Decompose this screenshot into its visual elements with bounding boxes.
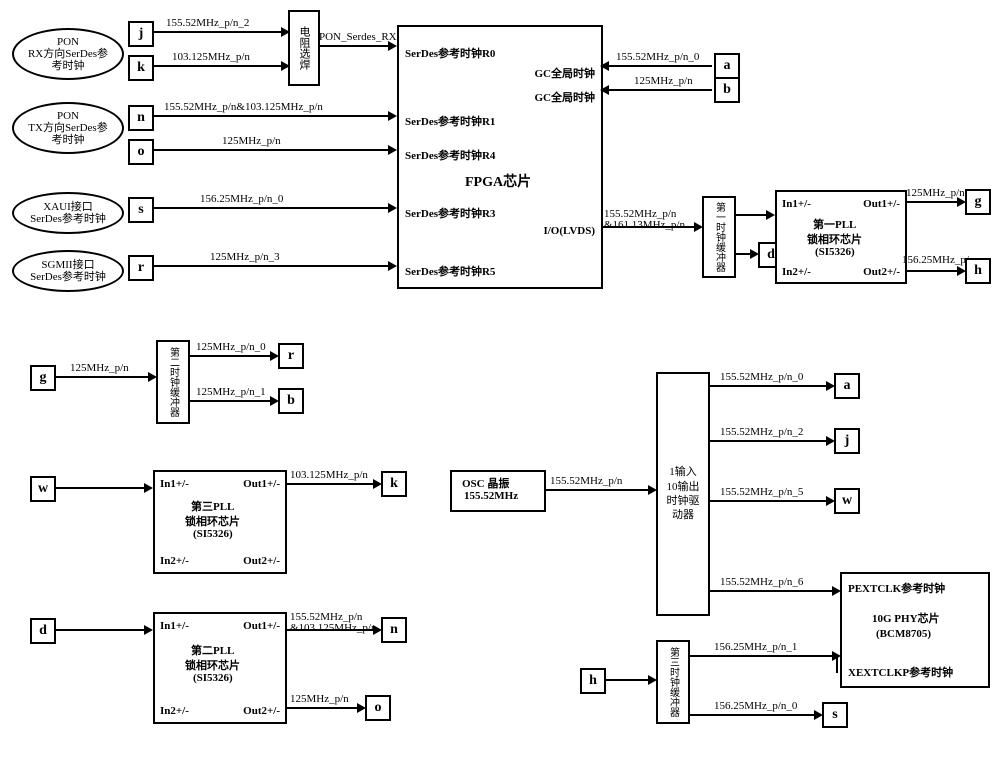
sig-103k: 103.125MHz_p/n (290, 469, 368, 481)
osc-t1: OSC 晶振 (462, 475, 509, 491)
pll1-out1: Out1+/- (863, 198, 900, 210)
pll2-t3: (SI5326) (193, 672, 233, 684)
fpga-io: I/O(LVDS) (543, 225, 595, 237)
sig-155-0: 155.52MHz_p/n_0 (616, 51, 699, 63)
node-g: g (965, 189, 991, 215)
node-k2: k (381, 471, 407, 497)
src-pon-tx: PON TX方向SerDes参 考时钟 (12, 102, 124, 154)
pll3-t3: (SI5326) (193, 528, 233, 540)
sig-155-6: 155.52MHz_p/n_6 (720, 576, 803, 588)
node-n2: n (381, 617, 407, 643)
pll3-out2: Out2+/- (243, 555, 280, 567)
node-r2: r (278, 343, 304, 369)
fpga-gc1: GC全局时钟 (535, 65, 596, 81)
sig-125pn1: 125MHz_p/n_1 (196, 386, 266, 398)
sig-155-103n: 155.52MHz_p/n &103.125MHz_p/n (290, 612, 376, 634)
pll1-in2: In2+/- (782, 266, 811, 278)
sig-125pn0: 125MHz_p/n_0 (196, 341, 266, 353)
pll2-in1: In1+/- (160, 620, 189, 632)
fpga-chip: SerDes参考时钟R0 GC全局时钟 GC全局时钟 SerDes参考时钟R1 … (397, 25, 603, 289)
pll1-t2: 锁相环芯片 (807, 231, 862, 247)
node-j2: j (834, 428, 860, 454)
buf2-box: 第二时钟缓冲器 (156, 340, 190, 424)
clock-driver-box: 1输入 10输出 时钟驱 动器 (656, 372, 710, 616)
pll2-t2: 锁相环芯片 (185, 657, 240, 673)
pll1-box: In1+/- Out1+/- 第一PLL 锁相环芯片 (SI5326) In2+… (775, 190, 907, 284)
phy-p1: PEXTCLK参考时钟 (848, 580, 945, 596)
src-sgmii: SGMII接口 SerDes参考时钟 (12, 250, 124, 292)
phy-p2: 10G PHY芯片 (872, 610, 940, 626)
pll2-out1: Out1+/- (243, 620, 280, 632)
osc-box: OSC 晶振 155.52MHz (450, 470, 546, 512)
node-b: b (714, 77, 740, 103)
sig-103: 103.125MHz_p/n (172, 51, 250, 63)
phy-box: PEXTCLK参考时钟 10G PHY芯片 (BCM8705) XEXTCLKP… (840, 572, 990, 688)
pll1-in1: In1+/- (782, 198, 811, 210)
node-a2: a (834, 373, 860, 399)
resistor-select-box: 电阻选焊 (288, 10, 320, 86)
phy-p4: XEXTCLKP参考时钟 (848, 664, 953, 680)
sig-15625-0b: 156.25MHz_p/n_0 (714, 700, 797, 712)
pll3-t1: 第三PLL (191, 498, 234, 514)
node-g2: g (30, 365, 56, 391)
sig-155-5: 155.52MHz_p/n_5 (720, 486, 803, 498)
sig-155-2b: 155.52MHz_p/n_2 (720, 426, 803, 438)
sig-125o: 125MHz_p/n (290, 693, 349, 705)
osc-t2: 155.52MHz (464, 490, 518, 502)
node-s: s (128, 197, 154, 223)
pll2-t1: 第二PLL (191, 642, 234, 658)
fpga-r0: SerDes参考时钟R0 (405, 45, 495, 61)
sig-125pn: 125MHz_p/n (70, 362, 129, 374)
pll3-out1: Out1+/- (243, 478, 280, 490)
node-o2: o (365, 695, 391, 721)
pll3-t2: 锁相环芯片 (185, 513, 240, 529)
phy-p3: (BCM8705) (876, 628, 931, 640)
node-s2: s (822, 702, 848, 728)
node-h2: h (580, 668, 606, 694)
node-r: r (128, 255, 154, 281)
sig-155pn: 155.52MHz_p/n (550, 475, 622, 487)
src-xaui: XAUI接口 SerDes参考时钟 (12, 192, 124, 234)
sig-125-3: 125MHz_p/n_3 (210, 251, 280, 263)
pll1-t1: 第一PLL (813, 216, 856, 232)
fpga-r3: SerDes参考时钟R3 (405, 205, 495, 221)
node-b2: b (278, 388, 304, 414)
sig-pon-rx: PON_Serdes_RX (319, 31, 397, 43)
sig-125b: 125MHz_p/n (634, 75, 693, 87)
fpga-r5: SerDes参考时钟R5 (405, 263, 495, 279)
node-n: n (128, 105, 154, 131)
fpga-title: FPGA芯片 (465, 171, 531, 191)
pll3-in2: In2+/- (160, 555, 189, 567)
fpga-r1: SerDes参考时钟R1 (405, 113, 495, 129)
sig-155-0b: 155.52MHz_p/n_0 (720, 371, 803, 383)
src-pon-rx: PON RX方向SerDes参 考时钟 (12, 28, 124, 80)
sig-125: 125MHz_p/n (222, 135, 281, 147)
sig-15625-1: 156.25MHz_p/n_1 (714, 641, 797, 653)
pll2-box: In1+/- Out1+/- 第二PLL 锁相环芯片 (SI5326) In2+… (153, 612, 287, 724)
sig-155-161: 155.52MHz_p/n &161.13MHz_p/n (604, 209, 685, 231)
node-j: j (128, 21, 154, 47)
buf3-box: 第三时钟缓冲器 (656, 640, 690, 724)
node-d2: d (30, 618, 56, 644)
sig-155-2: 155.52MHz_p/n_2 (166, 17, 249, 29)
pll2-in2: In2+/- (160, 705, 189, 717)
fpga-gc2: GC全局时钟 (535, 89, 596, 105)
pll2-out2: Out2+/- (243, 705, 280, 717)
sig-125g: 125MHz_p/n (906, 187, 965, 199)
sig-15625-0: 156.25MHz_p/n_0 (200, 193, 283, 205)
sig-155-103: 155.52MHz_p/n&103.125MHz_p/n (164, 101, 323, 113)
pll3-box: In1+/- Out1+/- 第三PLL 锁相环芯片 (SI5326) In2+… (153, 470, 287, 574)
node-h: h (965, 258, 991, 284)
sig-15625g: 156.25MHz_p/n (902, 254, 974, 266)
pll1-t3: (SI5326) (815, 246, 855, 258)
buf1-box: 第一时钟缓冲器 (702, 196, 736, 278)
pll1-out2: Out2+/- (863, 266, 900, 278)
pll3-in1: In1+/- (160, 478, 189, 490)
node-w2: w (834, 488, 860, 514)
node-o: o (128, 139, 154, 165)
node-k: k (128, 55, 154, 81)
node-a: a (714, 53, 740, 79)
node-w: w (30, 476, 56, 502)
fpga-r4: SerDes参考时钟R4 (405, 147, 495, 163)
